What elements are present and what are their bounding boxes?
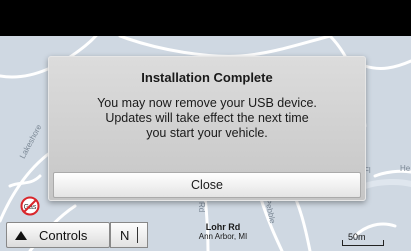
message-line: Updates will take effect the next time — [105, 111, 309, 125]
map-scale: 50m — [342, 232, 384, 246]
scale-label: 50m — [348, 232, 366, 242]
city-name: Ann Arbor, MI — [198, 232, 248, 241]
message-line: You may now remove your USB device. — [97, 96, 317, 110]
no-gas-station-icon[interactable]: Gas — [20, 196, 40, 216]
road-name: Lohr Rd — [205, 222, 241, 232]
installation-complete-dialog: Installation Complete You may now remove… — [48, 56, 366, 201]
close-button[interactable]: Close — [53, 172, 361, 198]
message-line: you start your vehicle. — [146, 126, 268, 140]
dialog-title: Installation Complete — [141, 70, 273, 85]
street-label: He — [400, 164, 411, 173]
controls-button[interactable]: Controls — [6, 222, 110, 248]
triangle-up-icon — [15, 230, 27, 240]
compass-heading-button[interactable]: N — [110, 222, 148, 248]
top-status-bar — [0, 0, 411, 36]
compass-heading: N — [120, 227, 130, 243]
controls-label: Controls — [39, 227, 88, 243]
street-label: Rd — [197, 202, 206, 213]
current-location: Lohr Rd Ann Arbor, MI — [170, 222, 276, 242]
divider — [137, 227, 139, 243]
dialog-message: You may now remove your USB device. Upda… — [49, 96, 365, 141]
